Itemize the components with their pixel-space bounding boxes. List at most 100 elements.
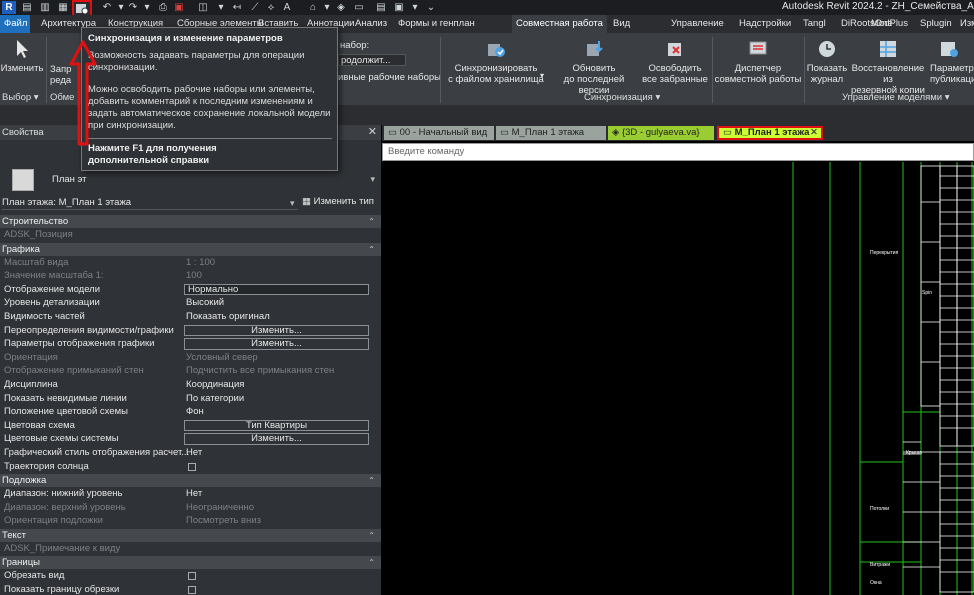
home-3d-icon[interactable]: ⌂: [306, 1, 320, 14]
save-icon[interactable]: ▥: [38, 1, 52, 14]
sync-dropdown-arrow[interactable]: ▾: [540, 70, 544, 81]
tab-overflow[interactable]: Изме: [956, 15, 974, 33]
tab-modplus[interactable]: ModPlus: [867, 15, 912, 33]
section-icon[interactable]: ◈: [334, 1, 348, 14]
workset-dropdown[interactable]: родолжит...: [338, 54, 406, 66]
instance-filter-dropdown[interactable]: План этажа: М_План 1 этажа ▾: [2, 196, 298, 210]
property-section-header[interactable]: Строительство ⌃: [0, 215, 381, 228]
modify-button[interactable]: Изменить: [0, 38, 44, 74]
cursor-icon: [17, 40, 28, 58]
close-windows-icon[interactable]: ▤: [374, 1, 388, 14]
property-value[interactable]: Нет: [186, 487, 202, 501]
publish-settings-button[interactable]: Параметр публикаци: [930, 38, 974, 85]
collapse-chevron-icon[interactable]: ⌃: [368, 474, 375, 487]
tab-file[interactable]: Файл: [0, 15, 30, 33]
collapse-chevron-icon[interactable]: ⌃: [368, 243, 375, 256]
property-checkbox[interactable]: [188, 572, 196, 581]
home-dropdown-icon[interactable]: ▾: [320, 1, 334, 14]
measure-icon[interactable]: ◫: [196, 1, 210, 14]
sync-with-central-button[interactable]: Синхронизировать с файлом хранилища: [448, 38, 544, 85]
view-tab-3d[interactable]: ◈ {3D - gulyaeva.va}: [608, 126, 714, 140]
group-synchronize[interactable]: Синхронизация ▾: [584, 91, 660, 104]
property-name: Уровень детализации: [4, 297, 100, 309]
dispatcher-label-2: совместной работы: [714, 74, 802, 85]
switch-windows-icon[interactable]: ▣: [392, 1, 406, 14]
redo-icon[interactable]: ↷: [126, 1, 140, 14]
property-row: Показать невидимые линии По категории: [0, 392, 381, 406]
annotate-icon[interactable]: ↤: [230, 1, 244, 14]
drawing-canvas[interactable]: Перекрытия Потолки Витражи Окна Крыша Sp…: [382, 162, 974, 595]
property-row: Масштаб вида 1 : 100: [0, 256, 381, 270]
tab-massing-site[interactable]: Формы и генплан: [394, 15, 479, 33]
collapse-chevron-icon[interactable]: ⌃: [368, 215, 375, 228]
gray-inactive-worksets-button[interactable]: ивные рабочие наборы: [338, 72, 441, 83]
reload-latest-button[interactable]: Обновить до последней версии: [548, 38, 640, 96]
property-edit-button[interactable]: Тип Квартиры: [184, 419, 369, 432]
property-section-header[interactable]: Подложка ⌃: [0, 474, 381, 488]
collapse-chevron-icon[interactable]: ⌃: [368, 529, 375, 542]
restore-backup-button[interactable]: Восстановление из резервной копии: [846, 38, 930, 96]
tab-analyze[interactable]: Анализ: [351, 15, 391, 33]
revit-logo-icon[interactable]: R: [2, 1, 16, 14]
property-value[interactable]: Координация: [186, 378, 244, 392]
tab-splugin[interactable]: Splugin: [916, 15, 956, 33]
property-value[interactable]: По категории: [186, 392, 244, 406]
property-name: Показать границу обрезки: [4, 584, 120, 595]
property-edit-button[interactable]: Изменить...: [184, 324, 369, 337]
group-select[interactable]: Выбор ▾: [2, 91, 39, 104]
undo-icon[interactable]: ↶: [100, 1, 114, 14]
view-tab-plan[interactable]: ▭ М_План 1 этажа: [496, 126, 606, 140]
thin-lines-icon[interactable]: ▭: [352, 1, 366, 14]
switch-dropdown-icon[interactable]: ▾: [408, 1, 422, 14]
tab-manage[interactable]: Управление: [667, 15, 728, 33]
property-name: Цветовая схема: [4, 419, 75, 431]
property-value-field[interactable]: Нормально: [184, 283, 369, 296]
publish-settings-icon: [941, 42, 958, 57]
section-title: Строительство: [2, 216, 69, 227]
close-icon[interactable]: ✕: [368, 125, 377, 140]
property-edit-button[interactable]: Изменить...: [184, 433, 369, 445]
property-value: 1 : 100: [186, 256, 216, 268]
property-value[interactable]: Показать оригинал: [186, 310, 270, 324]
property-value[interactable]: Нет: [186, 446, 202, 460]
relinquish-all-button[interactable]: Освободить все забранные: [640, 38, 710, 85]
collapse-chevron-icon[interactable]: ⌃: [368, 556, 375, 569]
tag-icon[interactable]: ⟡: [264, 1, 278, 14]
measure-dropdown-icon[interactable]: ▾: [214, 1, 228, 14]
text-icon[interactable]: A: [280, 1, 294, 14]
group-manage-models[interactable]: Управление моделями ▾: [842, 91, 950, 104]
sync-dropdown-icon[interactable]: ▦: [56, 1, 70, 14]
view-tab-active-plan[interactable]: ▭ М_План 1 этажа ✕: [717, 126, 823, 140]
redo-dropdown-icon[interactable]: ▾: [140, 1, 154, 14]
close-tab-icon[interactable]: ✕: [810, 128, 818, 138]
property-checkbox[interactable]: [188, 462, 196, 471]
tab-addins[interactable]: Надстройки: [735, 15, 795, 33]
command-input[interactable]: Введите команду: [382, 143, 974, 161]
property-value[interactable]: Фон: [186, 405, 204, 419]
property-name: Переопределения видимости/графики: [4, 324, 174, 336]
journal-label-2: журнал: [810, 74, 844, 85]
tab-collaborate[interactable]: Совместная работа: [512, 15, 607, 33]
customize-qat-icon[interactable]: ⌄: [424, 1, 438, 14]
dimension-icon[interactable]: ⟋: [248, 1, 262, 14]
property-checkbox[interactable]: [188, 586, 196, 595]
export-pdf-icon[interactable]: ▣: [172, 1, 186, 14]
reload-latest-icon: [587, 41, 603, 56]
collaboration-dispatcher-button[interactable]: Диспетчер совместной работы: [712, 38, 804, 85]
property-name: Цветовые схемы системы: [4, 433, 119, 445]
tab-view[interactable]: Вид: [609, 15, 634, 33]
property-edit-button[interactable]: Изменить...: [184, 338, 369, 350]
property-row: Видимость частей Показать оригинал: [0, 310, 381, 324]
view-tab-start[interactable]: ▭ 00 - Начальный вид: [384, 126, 494, 140]
property-section-header[interactable]: Графика ⌃: [0, 242, 381, 256]
property-section-header[interactable]: Границы ⌃: [0, 556, 381, 570]
open-icon[interactable]: ▤: [20, 1, 34, 14]
show-history-button[interactable]: Показать журнал: [806, 38, 848, 85]
property-value[interactable]: Высокий: [186, 296, 224, 310]
property-section-header[interactable]: Текст ⌃: [0, 528, 381, 542]
tab-tangl[interactable]: Tangl: [799, 15, 830, 33]
chevron-down-icon[interactable]: ▾: [370, 174, 375, 185]
ribbon-separator: [804, 37, 805, 103]
edit-type-button[interactable]: ▦ Изменить тип: [302, 196, 374, 207]
print-icon[interactable]: ⎙: [156, 1, 170, 14]
